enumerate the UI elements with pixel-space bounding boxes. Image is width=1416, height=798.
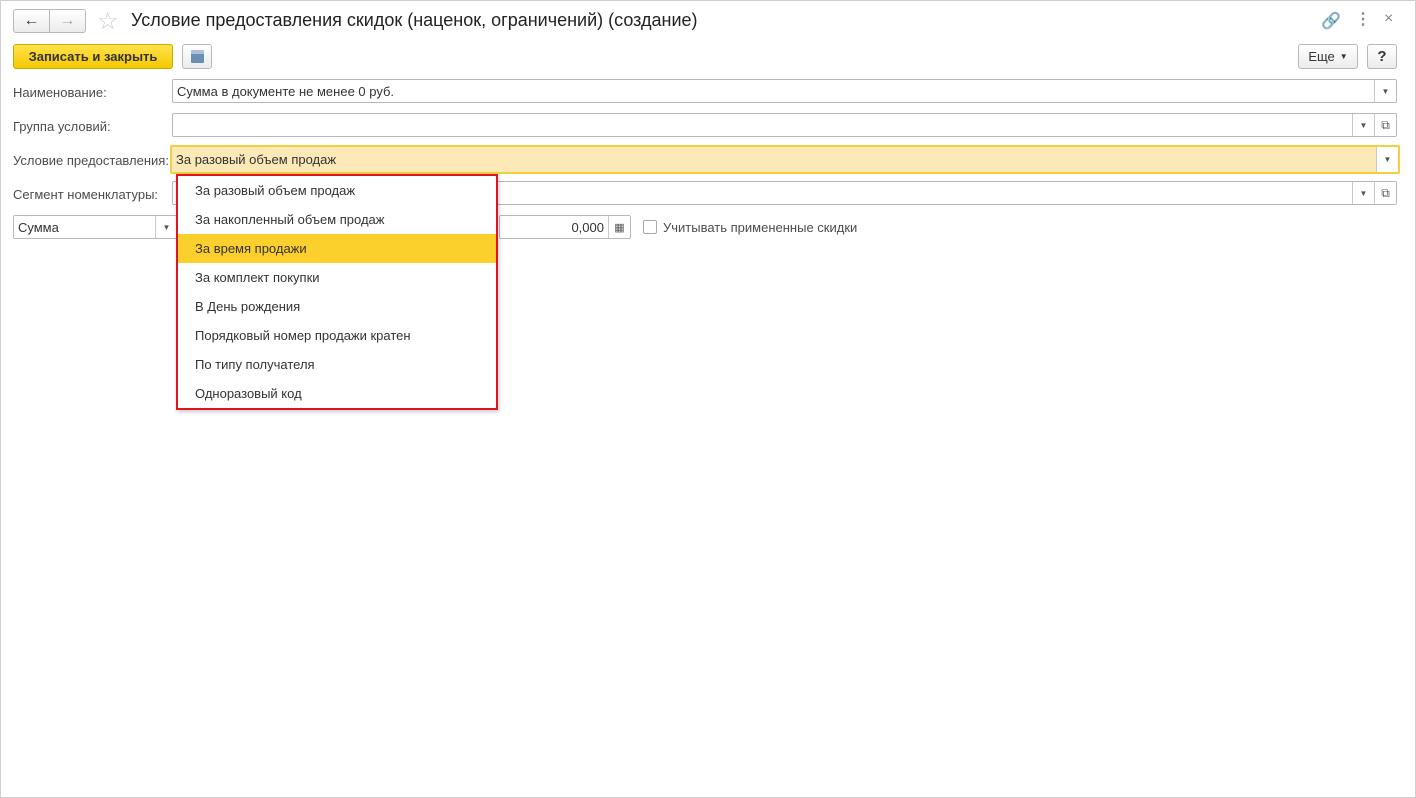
- save-button[interactable]: [182, 44, 212, 69]
- list-item[interactable]: Порядковый номер продажи кратен: [178, 321, 496, 350]
- arrow-right-icon: →: [59, 12, 76, 29]
- save-and-close-label: Записать и закрыть: [28, 49, 158, 64]
- kind-select[interactable]: Сумма ▼: [13, 215, 178, 239]
- condition-field[interactable]: За разовый объем продаж ▼: [170, 145, 1400, 174]
- chevron-down-icon[interactable]: ▼: [155, 216, 177, 238]
- condition-label: Условие предоставления:: [13, 153, 169, 168]
- group-label: Группа условий:: [13, 119, 111, 134]
- close-icon[interactable]: ×: [1384, 10, 1393, 28]
- segment-label: Сегмент номенклатуры:: [13, 187, 159, 202]
- help-button[interactable]: ?: [1367, 44, 1397, 69]
- chevron-down-icon: ▼: [1339, 52, 1348, 61]
- list-item[interactable]: За накопленный объем продаж: [178, 205, 496, 234]
- more-button[interactable]: Еще ▼: [1298, 44, 1358, 69]
- star-icon[interactable]: ☆: [97, 7, 119, 36]
- window-title: Условие предоставления скидок (наценок, …: [131, 10, 698, 30]
- amount-value[interactable]: 0,000: [500, 220, 608, 235]
- group-field[interactable]: ▼ ⧉: [172, 113, 1397, 137]
- floppy-disk-icon: [190, 50, 204, 63]
- calculator-icon[interactable]: ▦: [608, 216, 630, 238]
- name-label: Наименование:: [13, 85, 107, 100]
- chevron-down-icon[interactable]: ▼: [1352, 182, 1374, 204]
- list-item[interactable]: За разовый объем продаж: [178, 176, 496, 205]
- consider-discounts-checkbox[interactable]: [643, 220, 657, 234]
- list-item[interactable]: Одноразовый код: [178, 379, 496, 408]
- list-item[interactable]: За время продажи: [178, 234, 496, 263]
- back-button[interactable]: ←: [13, 9, 50, 33]
- chevron-down-icon[interactable]: ▼: [1374, 80, 1396, 102]
- consider-discounts-label[interactable]: Учитывать примененные скидки: [663, 220, 857, 235]
- name-field[interactable]: Сумма в документе не менее 0 руб. ▼: [172, 79, 1397, 103]
- help-label: ?: [1377, 48, 1387, 65]
- more-label: Еще: [1308, 49, 1335, 64]
- kind-value[interactable]: Сумма: [14, 220, 155, 235]
- list-item[interactable]: За комплект покупки: [178, 263, 496, 292]
- forward-button[interactable]: →: [49, 9, 86, 33]
- list-item[interactable]: В День рождения: [178, 292, 496, 321]
- name-value[interactable]: Сумма в документе не менее 0 руб.: [173, 84, 1374, 99]
- list-item[interactable]: По типу получателя: [178, 350, 496, 379]
- chevron-down-icon[interactable]: ▼: [1352, 114, 1374, 136]
- arrow-left-icon: ←: [23, 12, 40, 29]
- amount-field[interactable]: 0,000 ▦: [499, 215, 631, 239]
- open-icon[interactable]: ⧉: [1374, 114, 1396, 136]
- condition-dropdown-list: За разовый объем продаж За накопленный о…: [176, 174, 498, 410]
- more-actions-icon[interactable]: ⋮: [1355, 9, 1371, 29]
- save-and-close-button[interactable]: Записать и закрыть: [13, 44, 173, 69]
- link-icon[interactable]: 🔗: [1321, 11, 1341, 31]
- chevron-down-icon[interactable]: ▼: [1376, 147, 1398, 172]
- condition-value[interactable]: За разовый объем продаж: [172, 152, 1376, 167]
- open-icon[interactable]: ⧉: [1374, 182, 1396, 204]
